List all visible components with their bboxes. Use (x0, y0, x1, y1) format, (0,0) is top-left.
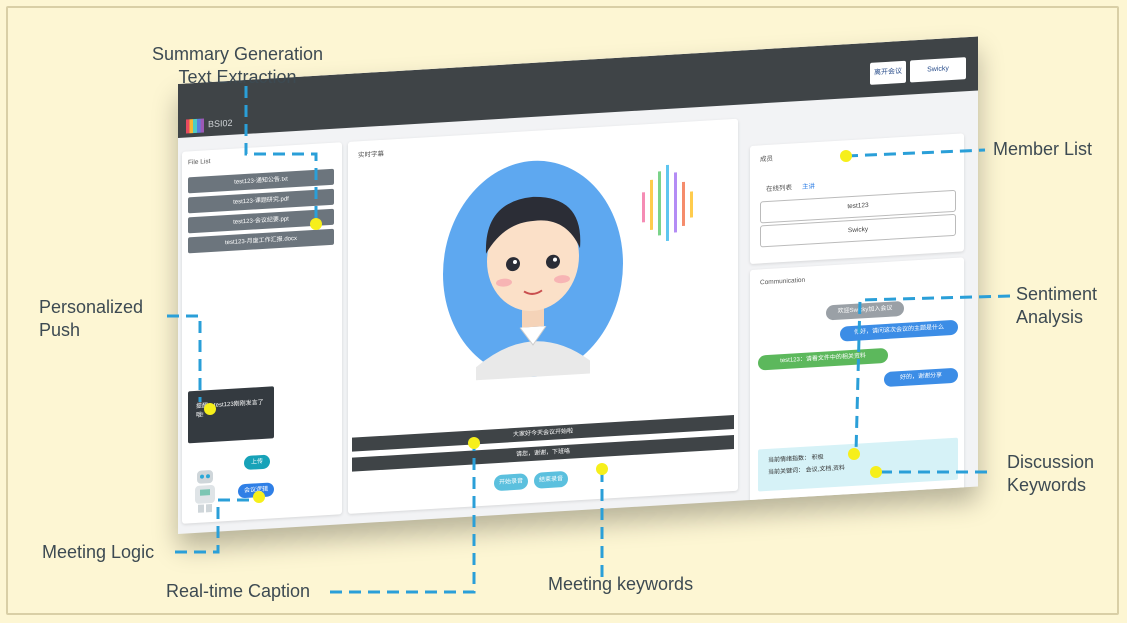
sentiment-marker (848, 448, 860, 460)
push-line-2: Push (39, 320, 81, 340)
member-list-label: Member List (993, 139, 1093, 159)
keywords-marker (596, 463, 608, 475)
logic-marker (253, 491, 265, 503)
personalized-push-label: Personalized Push (39, 296, 143, 342)
push-marker (204, 403, 216, 415)
push-line-1: Personalized (39, 297, 144, 317)
meeting-keywords-label: Meeting keywords (548, 574, 694, 594)
summary-line-2: Text Extraction (178, 67, 297, 87)
callout-lines (167, 86, 1011, 594)
push-leader (167, 314, 202, 402)
summary-line-1: Summary Generation (152, 44, 324, 64)
sentiment-leader (854, 294, 1011, 453)
meeting-logic-label: Meeting Logic (42, 542, 155, 562)
discussion-line-1: Discussion (1007, 452, 1095, 472)
discussion-line-2: Keywords (1007, 475, 1087, 495)
discussion-keywords-label: Discussion Keywords (1007, 451, 1094, 497)
member-marker (840, 150, 852, 162)
summary-leader (244, 86, 318, 224)
member-list-leader (845, 148, 986, 158)
summary-generation-label: Summary Generation Text Extraction (152, 43, 323, 89)
discussion-marker (870, 466, 882, 478)
realtime-caption-label: Real-time Caption (166, 581, 311, 601)
caption-leader (330, 444, 476, 594)
summary-marker (310, 218, 322, 230)
marker-dots (204, 150, 882, 503)
logic-leader (175, 498, 258, 554)
sentiment-label-line-2: Analysis (1016, 307, 1084, 327)
sentiment-label-line-1: Sentiment (1016, 284, 1098, 304)
sentiment-analysis-label: Sentiment Analysis (1016, 283, 1097, 329)
caption-marker (468, 437, 480, 449)
